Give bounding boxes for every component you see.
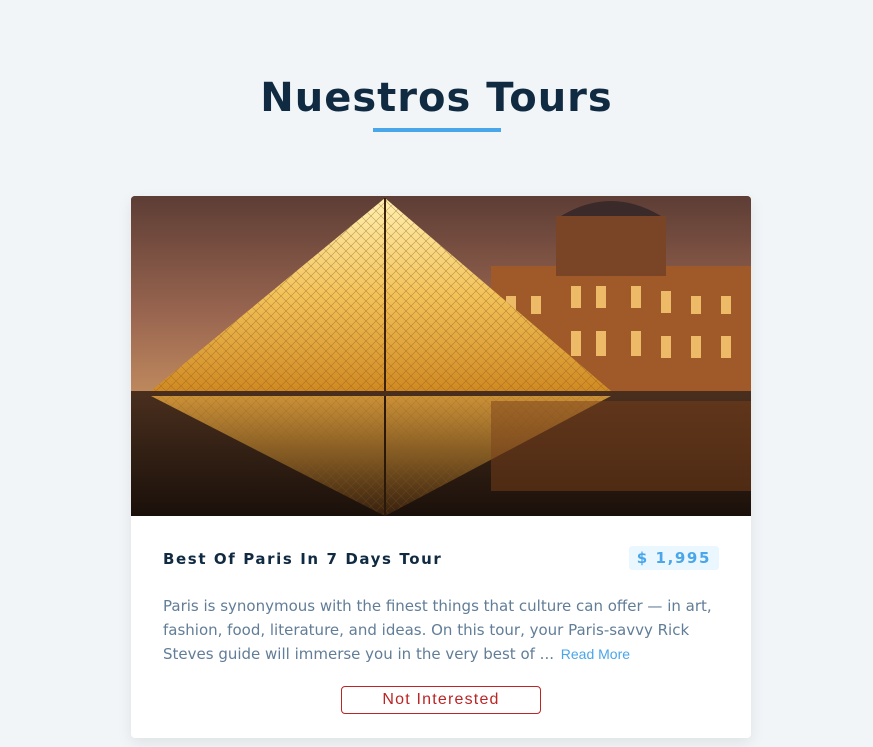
tour-card: Best Of Paris In 7 Days Tour $ 1,995 Par… <box>131 196 751 738</box>
not-interested-button[interactable]: Not Interested <box>341 686 541 714</box>
title-underline <box>372 128 501 132</box>
page-title: Nuestros Tours <box>260 75 613 121</box>
read-more-button[interactable]: Read More <box>559 646 630 662</box>
tour-price-badge: $ 1,995 <box>628 546 719 570</box>
tours-page: Nuestros Tours Best Of Paris In 7 Days T… <box>0 0 873 747</box>
louvre-image-illustration <box>131 196 751 516</box>
section-title: Nuestros Tours <box>0 72 873 132</box>
tour-card-body: Best Of Paris In 7 Days Tour $ 1,995 Par… <box>131 516 751 738</box>
tour-title: Best Of Paris In 7 Days Tour <box>163 550 443 568</box>
tour-image <box>131 196 751 516</box>
tour-description: Paris is synonymous with the finest thin… <box>163 594 723 666</box>
